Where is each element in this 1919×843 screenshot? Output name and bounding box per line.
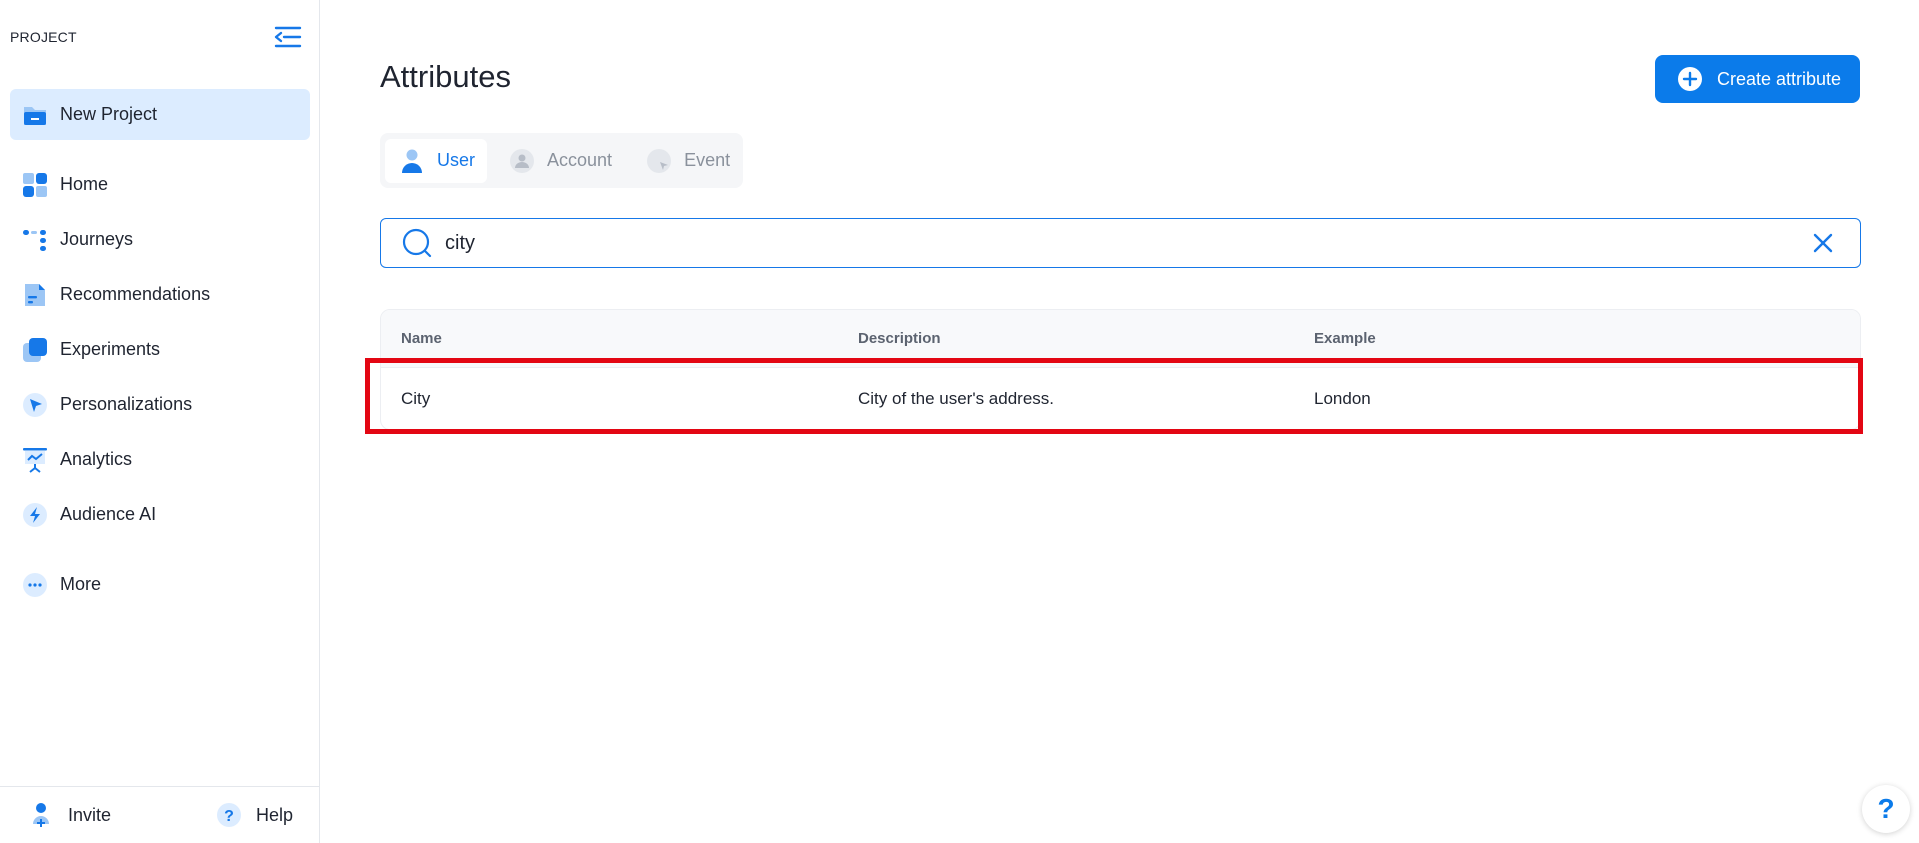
nav-item-label: Analytics <box>60 449 133 469</box>
tab-label: Event <box>684 150 731 170</box>
page-title: Attributes <box>380 59 511 94</box>
project-selector[interactable]: New Project <box>10 89 310 140</box>
search-icon <box>401 227 433 259</box>
nav-item-label: More <box>60 574 102 594</box>
journeys-icon <box>21 226 49 254</box>
help-button[interactable]: ? Help <box>216 802 293 828</box>
sidebar-footer: Invite ? Help <box>0 786 320 843</box>
plus-circle-icon <box>1677 66 1703 92</box>
experiments-icon <box>21 336 49 364</box>
account-icon <box>509 148 535 174</box>
nav-item-audience-ai[interactable]: Audience AI <box>10 487 310 542</box>
tab-label: Account <box>547 150 613 170</box>
attributes-table: Name Description Example City City of th… <box>380 309 1861 430</box>
nav-item-label: Audience AI <box>60 504 157 524</box>
create-attribute-button[interactable]: Create attribute <box>1655 55 1860 103</box>
table-row[interactable]: City City of the user's address. London <box>381 368 1860 429</box>
nav-item-experiments[interactable]: Experiments <box>10 322 310 377</box>
main-nav: Home Journeys Recommendations Experiment… <box>10 157 310 612</box>
tab-event[interactable]: Event <box>632 139 742 183</box>
nav-item-home[interactable]: Home <box>10 157 310 212</box>
collapse-sidebar-button[interactable] <box>274 24 302 50</box>
attribute-type-tabs: User Account Event <box>380 133 743 188</box>
main-content: Attributes Create attribute User Account… <box>321 0 1919 843</box>
personalizations-icon <box>21 391 49 419</box>
add-user-icon <box>28 802 54 828</box>
cell-example: London <box>1314 389 1371 408</box>
nav-item-label: Home <box>60 174 109 194</box>
nav-item-personalizations[interactable]: Personalizations <box>10 377 310 432</box>
sidebar: PROJECT New Project Home Journeys Recomm… <box>0 0 320 843</box>
search-bar <box>380 218 1861 268</box>
close-icon <box>1813 233 1833 253</box>
create-attribute-label: Create attribute <box>1717 68 1842 89</box>
nav-item-analytics[interactable]: Analytics <box>10 432 310 487</box>
column-header-example[interactable]: Example <box>1314 330 1376 347</box>
user-icon <box>399 148 425 174</box>
home-icon <box>21 171 49 199</box>
tab-account[interactable]: Account <box>495 139 624 183</box>
analytics-icon <box>21 446 49 474</box>
nav-item-recommendations[interactable]: Recommendations <box>10 267 310 322</box>
help-icon: ? <box>216 802 242 828</box>
nav-item-label: Experiments <box>60 339 161 359</box>
clear-search-button[interactable] <box>1810 230 1836 256</box>
invite-label: Invite <box>68 804 112 825</box>
table-header: Name Description Example <box>381 310 1860 368</box>
question-mark-icon: ? <box>1877 793 1895 824</box>
nav-separator <box>10 542 310 557</box>
tab-label: User <box>437 150 476 170</box>
project-name: New Project <box>60 104 158 124</box>
nav-item-label: Recommendations <box>60 284 211 304</box>
tab-user[interactable]: User <box>385 138 488 183</box>
event-icon <box>646 148 672 174</box>
more-icon <box>21 571 49 599</box>
cell-name: City <box>401 389 431 408</box>
folder-icon <box>22 102 48 128</box>
audience-ai-icon <box>21 501 49 529</box>
collapse-menu-icon <box>274 26 302 48</box>
help-label: Help <box>256 804 294 825</box>
nav-item-label: Personalizations <box>60 394 193 414</box>
nav-item-more[interactable]: More <box>10 557 310 612</box>
invite-button[interactable]: Invite <box>28 802 111 828</box>
nav-item-journeys[interactable]: Journeys <box>10 212 310 267</box>
cell-description: City of the user's address. <box>858 389 1054 408</box>
floating-help-button[interactable]: ? <box>1862 785 1910 833</box>
project-label: PROJECT <box>10 29 77 45</box>
svg-text:?: ? <box>224 808 234 825</box>
column-header-description[interactable]: Description <box>858 330 941 347</box>
nav-item-label: Journeys <box>60 229 134 249</box>
search-input[interactable] <box>445 231 1745 255</box>
recommendations-icon <box>21 281 49 309</box>
column-header-name[interactable]: Name <box>401 330 442 347</box>
